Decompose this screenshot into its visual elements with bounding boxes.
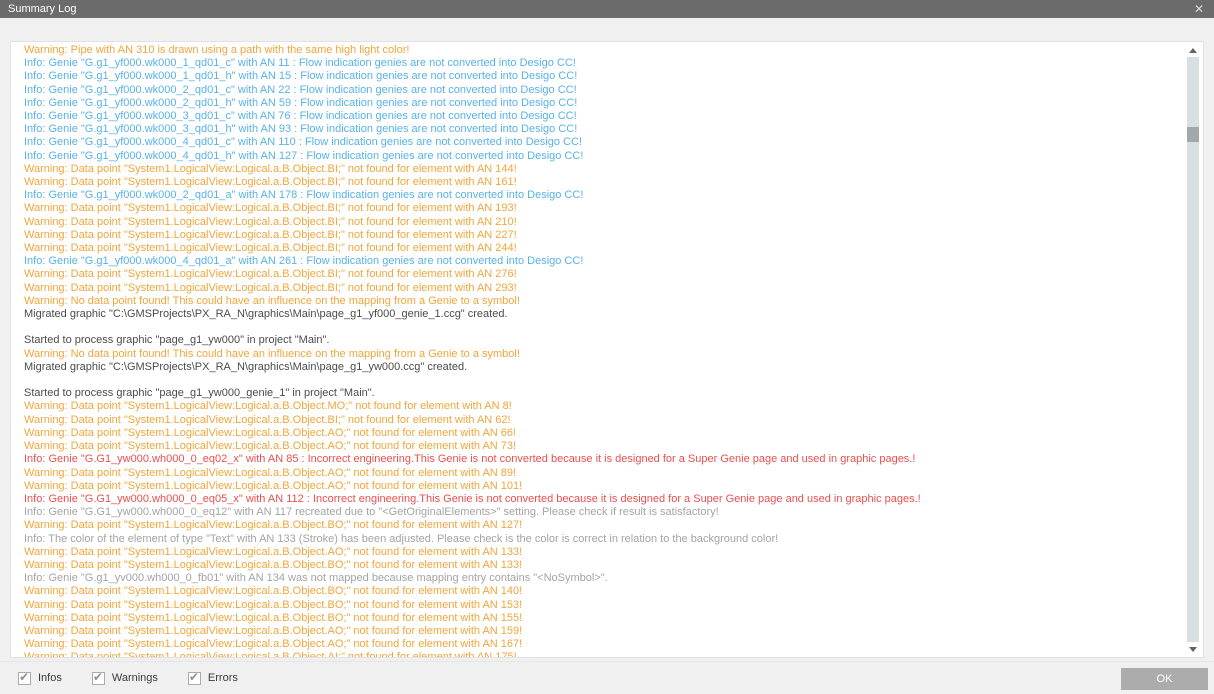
warnings-checkbox[interactable]: ✔ xyxy=(92,672,105,685)
check-icon: ✔ xyxy=(19,670,29,684)
log-line: Warning: Data point "System1.LogicalView… xyxy=(24,625,1183,638)
check-icon: ✔ xyxy=(189,670,199,684)
log-line: Warning: Data point "System1.LogicalView… xyxy=(24,202,1183,215)
log-line: Info: Genie "G.g1_yf000.wk000_1_qd01_h" … xyxy=(24,70,1183,83)
log-line: Warning: Data point "System1.LogicalView… xyxy=(24,400,1183,413)
log-line: Warning: Data point "System1.LogicalView… xyxy=(24,480,1183,493)
log-line: Warning: Pipe with AN 310 is drawn using… xyxy=(24,44,1183,57)
log-line: Warning: Data point "System1.LogicalView… xyxy=(24,163,1183,176)
log-line: Warning: Data point "System1.LogicalView… xyxy=(24,440,1183,453)
close-icon[interactable]: ✕ xyxy=(1192,3,1206,15)
log-line: Info: The color of the element of type "… xyxy=(24,533,1183,546)
scrollbar[interactable] xyxy=(1185,44,1201,655)
log-line: Warning: Data point "System1.LogicalView… xyxy=(24,651,1183,657)
log-line: Warning: Data point "System1.LogicalView… xyxy=(24,176,1183,189)
window-title: Summary Log xyxy=(8,3,76,15)
log-line: Warning: Data point "System1.LogicalView… xyxy=(24,282,1183,295)
scroll-up-button[interactable] xyxy=(1185,44,1201,56)
infos-checkbox-label: Infos xyxy=(38,672,62,684)
errors-checkbox-label: Errors xyxy=(208,672,238,684)
log-line: Info: Genie "G.g1_yf000.wk000_4_qd01_a" … xyxy=(24,255,1183,268)
log-line: Warning: Data point "System1.LogicalView… xyxy=(24,414,1183,427)
log-line: Info: Genie "G.g1_yf000.wk000_4_qd01_h" … xyxy=(24,150,1183,163)
log-line: Warning: Data point "System1.LogicalView… xyxy=(24,467,1183,480)
log-line: Warning: Data point "System1.LogicalView… xyxy=(24,638,1183,651)
log-line: Warning: Data point "System1.LogicalView… xyxy=(24,612,1183,625)
errors-checkbox-group[interactable]: ✔ Errors xyxy=(188,672,238,685)
log-panel: Warning: Pipe with AN 310 is drawn using… xyxy=(10,41,1204,658)
triangle-down-icon xyxy=(1189,647,1197,652)
log-line: Info: Genie "G.g1_yf000.wk000_3_qd01_c" … xyxy=(24,110,1183,123)
ok-button[interactable]: OK xyxy=(1121,668,1208,690)
log-line: Info: Genie "G.G1_yw000.wh000_0_eq05_x" … xyxy=(24,493,1183,506)
log-line: Migrated graphic "C:\GMSProjects\PX_RA_N… xyxy=(24,308,1183,321)
scrollbar-track[interactable] xyxy=(1187,57,1199,642)
log-line: Warning: Data point "System1.LogicalView… xyxy=(24,599,1183,612)
errors-checkbox[interactable]: ✔ xyxy=(188,672,201,685)
log-line xyxy=(24,374,1183,387)
check-icon: ✔ xyxy=(93,670,103,684)
summary-log-dialog: Summary Log ✕ Warning: Pipe with AN 310 … xyxy=(0,0,1214,694)
log-line: Started to process graphic "page_g1_yw00… xyxy=(24,334,1183,347)
log-line: Info: Genie "G.g1_yf000.wk000_2_qd01_a" … xyxy=(24,189,1183,202)
log-line: Warning: Data point "System1.LogicalView… xyxy=(24,585,1183,598)
triangle-up-icon xyxy=(1189,48,1197,53)
log-line xyxy=(24,321,1183,334)
log-line: Info: Genie "G.g1_yf000.wk000_2_qd01_h" … xyxy=(24,97,1183,110)
footer: ✔ Infos ✔ Warnings ✔ Errors OK xyxy=(0,661,1214,694)
titlebar: Summary Log ✕ xyxy=(0,0,1214,18)
log-line: Info: Genie "G.g1_yv000.wh000_0_fb01" wi… xyxy=(24,572,1183,585)
scrollbar-thumb[interactable] xyxy=(1187,127,1199,142)
log-line: Started to process graphic "page_g1_yw00… xyxy=(24,387,1183,400)
log-line: Warning: Data point "System1.LogicalView… xyxy=(24,559,1183,572)
log-line: Warning: No data point found! This could… xyxy=(24,348,1183,361)
log-line: Warning: Data point "System1.LogicalView… xyxy=(24,546,1183,559)
warnings-checkbox-label: Warnings xyxy=(112,672,158,684)
log-line: Info: Genie "G.g1_yf000.wk000_3_qd01_h" … xyxy=(24,123,1183,136)
log-line: Warning: Data point "System1.LogicalView… xyxy=(24,519,1183,532)
log-line: Warning: Data point "System1.LogicalView… xyxy=(24,242,1183,255)
scroll-down-button[interactable] xyxy=(1185,643,1201,655)
log-list: Warning: Pipe with AN 310 is drawn using… xyxy=(11,42,1183,657)
infos-checkbox-group[interactable]: ✔ Infos xyxy=(18,672,62,685)
log-line: Info: Genie "G.G1_yw000.wh000_0_eq02_x" … xyxy=(24,453,1183,466)
infos-checkbox[interactable]: ✔ xyxy=(18,672,31,685)
log-line: Warning: Data point "System1.LogicalView… xyxy=(24,229,1183,242)
log-line: Info: Genie "G.g1_yf000.wk000_4_qd01_c" … xyxy=(24,136,1183,149)
log-line: Warning: No data point found! This could… xyxy=(24,295,1183,308)
warnings-checkbox-group[interactable]: ✔ Warnings xyxy=(92,672,158,685)
log-line: Info: Genie "G.G1_yw000.wh000_0_eq12" wi… xyxy=(24,506,1183,519)
log-line: Warning: Data point "System1.LogicalView… xyxy=(24,268,1183,281)
log-line: Info: Genie "G.g1_yf000.wk000_1_qd01_c" … xyxy=(24,57,1183,70)
log-line: Migrated graphic "C:\GMSProjects\PX_RA_N… xyxy=(24,361,1183,374)
log-line: Warning: Data point "System1.LogicalView… xyxy=(24,216,1183,229)
log-line: Info: Genie "G.g1_yf000.wk000_2_qd01_c" … xyxy=(24,84,1183,97)
log-line: Warning: Data point "System1.LogicalView… xyxy=(24,427,1183,440)
